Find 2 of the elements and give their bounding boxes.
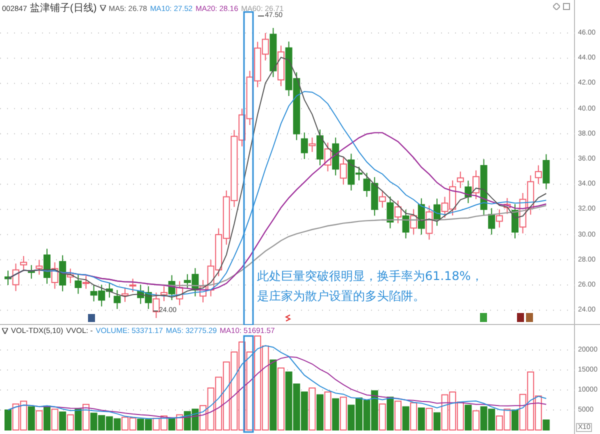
annotation-text: 此处巨量突破很明显，换手率为61.18%， 是庄家为散户设置的多头陷阱。: [257, 268, 483, 305]
stock-name: 盐津铺子(日线): [30, 2, 97, 15]
